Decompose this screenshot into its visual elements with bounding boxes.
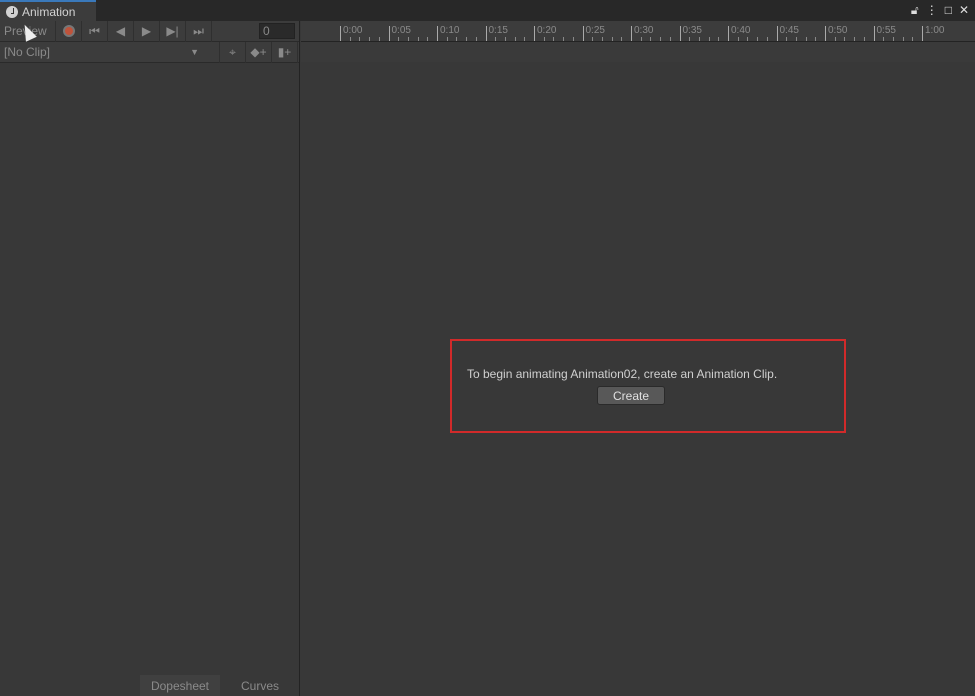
ruler-minor-tick xyxy=(592,37,594,41)
ruler-minor-tick xyxy=(669,37,671,41)
prev-key-icon: ◀︎ xyxy=(115,24,126,38)
lock-icon[interactable]: 🔓︎ xyxy=(911,3,919,18)
tab-dopesheet[interactable]: Dopesheet xyxy=(140,675,220,696)
prev-key-button[interactable]: ◀︎ xyxy=(108,20,134,42)
ruler-minor-tick xyxy=(427,37,429,41)
ruler-minor-tick xyxy=(718,37,720,41)
crosshair-icon: ⌖ xyxy=(229,44,236,59)
record-icon xyxy=(62,25,75,37)
add-keyframe-icon: ◆+ xyxy=(250,45,267,59)
ruler-minor-tick xyxy=(446,37,448,41)
hierarchy-panel: Preview ⏮︎ ◀︎ ▶︎ ▶︎| ⏭︎ 0 [No Clip] ▼ ⌖ ◆… xyxy=(0,20,300,696)
first-key-icon: ⏮︎ xyxy=(89,23,100,38)
event-lane[interactable] xyxy=(301,42,975,62)
maximize-icon[interactable]: □ xyxy=(945,3,952,18)
last-key-button[interactable]: ⏭︎ xyxy=(186,20,212,42)
ruler-minor-tick xyxy=(650,37,652,41)
clip-selected: [No Clip] xyxy=(4,45,51,59)
ruler-minor-tick xyxy=(504,37,506,41)
next-key-button[interactable]: ▶︎| xyxy=(160,20,186,42)
ruler-minor-tick xyxy=(844,37,846,41)
ruler-minor-tick xyxy=(601,37,603,41)
ruler-minor-tick xyxy=(543,37,545,41)
ruler-minor-tick xyxy=(475,37,477,41)
chevron-down-icon: ▼ xyxy=(190,47,199,57)
clip-dropdown[interactable]: [No Clip] ▼ xyxy=(0,41,220,63)
ruler-minor-tick xyxy=(815,37,817,41)
filter-selected-button[interactable]: ⌖ xyxy=(220,41,246,63)
play-icon: ▶︎ xyxy=(141,24,152,38)
ruler-minor-tick xyxy=(378,37,380,41)
ruler-minor-tick xyxy=(795,37,797,41)
ruler-minor-tick xyxy=(407,37,409,41)
clock-icon xyxy=(6,5,18,18)
ruler-minor-tick xyxy=(640,37,642,41)
ruler-minor-tick xyxy=(553,37,555,41)
ruler-tick-label: 1:00 xyxy=(922,26,944,41)
ruler-minor-tick xyxy=(611,37,613,41)
ruler-minor-tick xyxy=(757,37,759,41)
create-clip-prompt: To begin animating Animation02, create a… xyxy=(450,339,846,433)
ruler-minor-tick xyxy=(369,37,371,41)
tab-label: Animation xyxy=(22,4,76,19)
ruler-minor-tick xyxy=(854,37,856,41)
add-event-button[interactable]: ▮+ xyxy=(272,41,298,63)
add-keyframe-button[interactable]: ◆+ xyxy=(246,41,272,63)
last-key-icon: ⏭︎ xyxy=(193,23,204,38)
ruler-minor-tick xyxy=(737,37,739,41)
first-key-button[interactable]: ⏮︎ xyxy=(82,20,108,42)
ruler-minor-tick xyxy=(747,37,749,41)
ruler-minor-tick xyxy=(834,37,836,41)
ruler-minor-tick xyxy=(766,37,768,41)
ruler-minor-tick xyxy=(892,37,894,41)
ruler-minor-tick xyxy=(524,37,526,41)
ruler-minor-tick xyxy=(495,37,497,41)
create-button[interactable]: Create xyxy=(597,386,665,405)
ruler-minor-tick xyxy=(417,37,419,41)
time-ruler[interactable]: 0:00 0:05 0:10 0:15 0:20 0:25 0:30 0:35 0:40 0:45… xyxy=(301,21,975,42)
play-button[interactable]: ▶︎ xyxy=(134,20,160,42)
record-button[interactable] xyxy=(56,20,82,42)
ruler-minor-tick xyxy=(349,37,351,41)
ruler-minor-tick xyxy=(863,37,865,41)
ruler-minor-tick xyxy=(902,37,904,41)
create-clip-message: To begin animating Animation02, create a… xyxy=(467,367,778,381)
frame-input[interactable]: 0 xyxy=(259,23,295,39)
ruler-minor-tick xyxy=(572,37,574,41)
ruler-minor-tick xyxy=(805,37,807,41)
tab-curves[interactable]: Curves xyxy=(220,675,300,696)
more-icon[interactable]: ⋮ xyxy=(926,3,938,18)
title-bar: Animation 🔓︎ ⋮ □ ✕ xyxy=(0,0,975,21)
ruler-minor-tick xyxy=(689,37,691,41)
ruler-minor-tick xyxy=(456,37,458,41)
ruler-minor-tick xyxy=(786,37,788,41)
ruler-minor-tick xyxy=(660,37,662,41)
clip-row: [No Clip] ▼ ⌖ ◆+ ▮+ xyxy=(0,41,299,63)
playback-toolbar: Preview ⏮︎ ◀︎ ▶︎ ▶︎| ⏭︎ 0 xyxy=(0,20,299,42)
ruler-minor-tick xyxy=(466,37,468,41)
next-key-icon: ▶︎| xyxy=(166,24,179,38)
ruler-minor-tick xyxy=(912,37,914,41)
ruler-minor-tick xyxy=(708,37,710,41)
close-icon[interactable]: ✕ xyxy=(959,3,969,18)
ruler-minor-tick xyxy=(359,37,361,41)
ruler-minor-tick xyxy=(883,37,885,41)
ruler-minor-tick xyxy=(621,37,623,41)
ruler-minor-tick xyxy=(563,37,565,41)
ruler-minor-tick xyxy=(698,37,700,41)
tab-animation[interactable]: Animation xyxy=(0,0,96,21)
ruler-minor-tick xyxy=(398,37,400,41)
ruler-minor-tick xyxy=(514,37,516,41)
add-event-icon: ▮+ xyxy=(277,45,292,59)
